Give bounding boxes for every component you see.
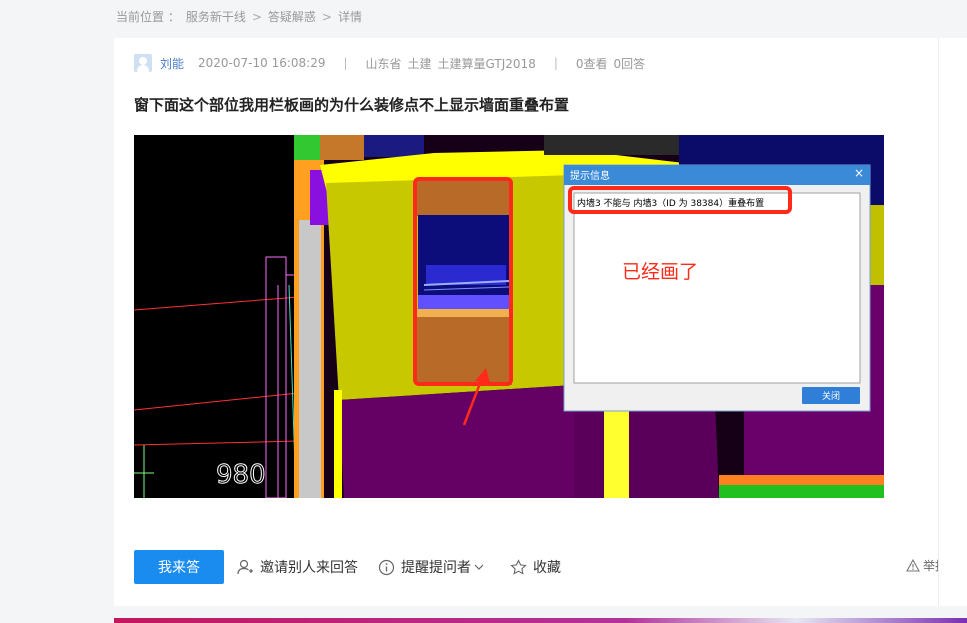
- favorite-label: 收藏: [533, 560, 561, 576]
- view-count: 0查看: [575, 56, 608, 71]
- meta-divider: |: [553, 56, 558, 70]
- remind-label: 提醒提问者: [401, 560, 471, 576]
- dialog-close-button[interactable]: 关闭: [802, 389, 860, 402]
- question-card: 刘能 2020-07-10 16:08:29 | 山东省 土建 土建算量GTJ2…: [114, 38, 967, 606]
- breadcrumb: 当前位置 ： 服务新干线 > 答疑解惑 > 详情: [116, 8, 362, 25]
- answer-count: 0回答: [613, 56, 646, 71]
- category: 土建: [407, 56, 432, 71]
- breadcrumb-item-qa[interactable]: 答疑解惑: [268, 8, 316, 25]
- invite-action[interactable]: 邀请别人来回答: [236, 557, 358, 577]
- breadcrumb-separator: >: [321, 9, 332, 24]
- question-title: 窗下面这个部位我用栏板画的为什么装修点不上显示墙面重叠布置: [134, 96, 570, 114]
- person-add-icon: [236, 558, 254, 576]
- right-side-panel: [938, 38, 967, 606]
- warning-icon: [906, 559, 920, 572]
- avatar[interactable]: [134, 54, 152, 72]
- invite-label: 邀请别人来回答: [260, 560, 358, 576]
- chevron-down-icon: [474, 562, 484, 572]
- star-icon: [510, 558, 527, 576]
- action-bar: 我来答 邀请别人来回答 提醒提问者 收藏 举报: [134, 550, 947, 584]
- post-datetime: 2020-07-10 16:08:29: [198, 56, 326, 70]
- question-screenshot[interactable]: 980 提示信息 × 内墙3 不能与 内墙3（ID 为 38384）重叠布置 已…: [134, 135, 884, 498]
- author-name[interactable]: 刘能: [160, 55, 184, 72]
- answer-button[interactable]: 我来答: [134, 550, 224, 584]
- breadcrumb-item-service[interactable]: 服务新干线: [186, 8, 246, 25]
- dialog-title: 提示信息: [570, 171, 610, 182]
- dialog-message: 内墙3 不能与 内墙3（ID 为 38384）重叠布置: [577, 199, 765, 209]
- meta-divider: |: [343, 56, 348, 70]
- bottom-banner: [114, 618, 967, 623]
- breadcrumb-item-detail: 详情: [337, 10, 362, 24]
- remind-action[interactable]: 提醒提问者: [378, 557, 490, 577]
- product: 土建算量GTJ2018: [437, 56, 536, 71]
- breadcrumb-prefix: 当前位置 ：: [116, 10, 180, 24]
- breadcrumb-separator: >: [251, 9, 262, 24]
- annotation-text: 已经画了: [622, 261, 699, 283]
- region: 山东省: [365, 56, 402, 71]
- question-meta: 刘能 2020-07-10 16:08:29 | 山东省 土建 土建算量GTJ2…: [134, 54, 645, 72]
- favorite-action[interactable]: 收藏: [510, 557, 561, 577]
- info-icon: [378, 559, 395, 576]
- dimension-text: 980: [216, 460, 266, 490]
- dialog-close-icon[interactable]: ×: [854, 166, 864, 180]
